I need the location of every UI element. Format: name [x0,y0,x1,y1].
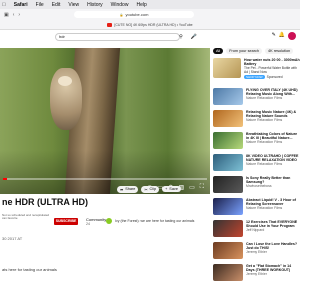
share-icon: ➦ [120,187,124,192]
save-button[interactable]: + Save [162,186,181,192]
menu-help[interactable]: Help [136,2,146,8]
channel-note: Not so scheduled and recapitulated can f… [2,213,50,221]
video-actions: ➦ Share ✂ Clip + Save [115,184,210,194]
recommendation-title: FLYING OVER ITALY (4K UHD) Relaxing Musi… [246,88,298,96]
microphone-icon[interactable]: 🎤 [190,33,198,41]
recommendation-channel: Nature Relaxation Films [246,206,283,210]
recommendation-title: Breathtaking Colors of Nature in 4K III … [246,132,298,140]
youtube-header: hdr ⚲ 🎤 ✎ 🔔 [0,30,300,44]
ad-sponsor: Sponsored [266,75,283,79]
menu-file[interactable]: File [36,2,44,8]
recommendation-channel: Jeremy Ethier [246,250,267,254]
comment-avatar [106,218,112,224]
menu-view[interactable]: View [68,2,79,8]
url-text: youtube.com [125,12,149,17]
menu-safari[interactable]: Safari [14,2,28,8]
recommendation-thumbnail [213,176,243,193]
recommendation-channel: Nature Relaxation Films [246,162,283,166]
recommendation-title: 12 Exercises That EVERYONE Should Use in… [246,220,298,228]
share-button[interactable]: ➦ Share [117,185,139,193]
video-progress-fill [3,178,8,180]
recommendation-title: Abstract Liquid! V - 3 Hour of Relaxing … [246,198,296,206]
header-actions: ✎ 🔔 [272,32,296,40]
video-vignette [0,48,210,194]
recommendation-channel: Jeff Nippard [246,228,265,232]
subscribe-button[interactable]: SUBSCRIBE [54,218,78,225]
recommendation-thumbnail [213,220,243,237]
pinned-comment: Ivy (the Forest): we are here for tastin… [115,219,195,223]
chip-all[interactable]: All [213,48,224,54]
ad-body: The Pet - Powerful Water Bottle with Ad … [244,66,298,74]
recommendation-thumbnail [213,198,243,215]
save-label: Save [169,187,178,191]
menu-window[interactable]: Window [111,2,129,8]
recommendation-channel: Nature Relaxation Films [246,140,283,144]
recommendation-thumbnail [213,88,243,105]
active-tab[interactable]: [CUTE NO] 4K 60fps HDR (ULTRA HD) • YouT… [114,23,192,27]
shop-now-button[interactable]: SHOP NOW [244,75,265,79]
avatar[interactable] [288,32,296,40]
video-title: ne HDR (ULTRA HD) [2,197,88,207]
recommendation-item[interactable]: Is Sony Really Better than Samsung? Mrwho… [213,176,300,196]
recommendation-item[interactable]: Breathtaking Colors of Nature in 4K III … [213,132,300,152]
filter-chips: All From your search 4K resolution [213,48,300,54]
recommendation-channel: Nature Relaxation Films [246,96,283,100]
description-line: ats here for tasting our animals [2,267,57,272]
recommendation-title: 8K VIDEO ULTRAHD | COFFEE NATURE RELAXAT… [246,154,299,162]
back-icon[interactable]: ‹ [13,12,15,18]
search-input[interactable]: hdr [55,33,180,41]
chip-from-search[interactable]: From your search [226,48,262,54]
channel-row: Not so scheduled and recapitulated can f… [0,213,210,232]
recommendation-channel: Nature Relaxation Films [246,118,283,122]
recommendation-list: FLYING OVER ITALY (4K UHD) Relaxing Musi… [213,88,300,284]
recommendation-thumbnail [213,242,243,259]
create-icon[interactable]: ✎ [272,32,276,40]
recommendation-thumbnail [213,110,243,127]
lock-icon: 🔒 [119,12,124,17]
recommendation-channel: Mrwhosetheboss [246,184,272,188]
recommendation-channel: Jeremy Ethier [246,272,267,276]
recommendations-sidebar: All From your search 4K resolution How w… [213,48,300,300]
recommendation-title: Relaxing Music Nature (4K) & Relaxing Na… [246,110,297,118]
recommendation-title: Get a "Flat Stomach" in 14 Days (THREE W… [246,264,292,272]
community-count: 24 [86,222,90,226]
recommendation-title: Can I Lose the Love Handles? Just do THI… [246,242,298,250]
menu-history[interactable]: History [87,2,103,8]
recommendation-item[interactable]: 8K VIDEO ULTRAHD | COFFEE NATURE RELAXAT… [213,154,300,174]
mac-menubar:  Safari File Edit View History Window H… [0,0,300,9]
browser-toolbar: ▣ ‹ › 🔒 youtube.com [0,9,300,20]
recommendation-item[interactable]: Abstract Liquid! V - 3 Hour of Relaxing … [213,198,300,218]
recommendation-thumbnail [213,264,243,281]
address-bar[interactable]: 🔒 youtube.com [74,11,195,18]
tab-strip: [CUTE NO] 4K 60fps HDR (ULTRA HD) • YouT… [0,20,300,30]
community-link[interactable]: Community 24 [86,218,106,227]
recommendation-item[interactable]: 12 Exercises That EVERYONE Should Use in… [213,220,300,240]
clip-label: Clip [149,187,157,191]
search-icon[interactable]: ⚲ [176,33,186,41]
recommendation-item[interactable]: Relaxing Music Nature (4K) & Relaxing Na… [213,110,300,130]
recommendation-thumbnail [213,154,243,171]
save-icon: + [165,187,168,191]
notifications-icon[interactable]: 🔔 [279,32,285,40]
clip-icon: ✂ [144,187,148,192]
recommendation-thumbnail [213,132,243,149]
apple-icon[interactable]:  [2,2,6,8]
ad-thumbnail [213,58,241,78]
forward-icon[interactable]: › [18,12,20,18]
ad-title: How water nuts 20 00 - 3000mAh Battery [244,58,300,66]
share-label: Share [125,187,136,191]
clip-button[interactable]: ✂ Clip [141,185,160,193]
sponsored-ad[interactable]: How water nuts 20 00 - 3000mAh Battery T… [213,58,300,85]
menu-edit[interactable]: Edit [52,2,61,8]
sidebar-toggle-icon[interactable]: ▣ [4,12,9,18]
recommendation-title: Is Sony Really Better than Samsung? [246,176,291,184]
post-date: 30 2017 AT [2,236,23,241]
chip-4k[interactable]: 4K resolution [265,48,294,54]
video-progress-bar[interactable] [3,178,207,180]
recommendation-item[interactable]: Get a "Flat Stomach" in 14 Days (THREE W… [213,264,300,284]
recommendation-item[interactable]: FLYING OVER ITALY (4K UHD) Relaxing Musi… [213,88,300,108]
video-player[interactable]: ◎ ▭ ⚙ ▧ ▭ ⛶ [0,48,210,194]
recommendation-item[interactable]: Can I Lose the Love Handles? Just do THI… [213,242,300,262]
youtube-favicon-icon [107,22,113,27]
